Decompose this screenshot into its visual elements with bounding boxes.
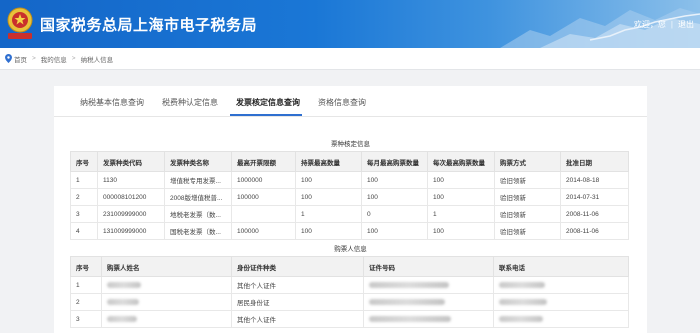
redacted-name (101, 293, 232, 311)
table-cell: 100 (427, 188, 495, 206)
redacted-name (101, 276, 232, 294)
table-cell: 4 (70, 222, 98, 240)
table-cell: 100 (295, 171, 362, 189)
column-header: 最高开票限额 (231, 151, 296, 172)
column-header: 身份证件种类 (231, 256, 364, 277)
table-cell: 验旧领新 (494, 222, 561, 240)
table-cell: 2008版增值税普... (164, 188, 232, 206)
table-cell: 1 (295, 205, 362, 223)
table-cell: 2014-07-31 (560, 188, 629, 206)
column-header: 发票种类名称 (164, 151, 232, 172)
redacted-id-number (363, 276, 494, 294)
column-header: 联系电话 (493, 256, 629, 277)
table-cell: 100000 (231, 222, 296, 240)
table-row: 1 1130 增值税专用发票... 1000000 100 100 100 验旧… (70, 171, 629, 189)
table-cell: 验旧领新 (494, 205, 561, 223)
tab-tax-type-info[interactable]: 税费种认定信息 (162, 97, 218, 108)
table-cell: 2 (70, 293, 102, 311)
table-cell: 验旧领新 (494, 171, 561, 189)
table-cell: 100 (361, 222, 428, 240)
table-cell: 3 (70, 205, 98, 223)
redacted-name (101, 310, 232, 328)
redacted-phone (493, 276, 629, 294)
table-row: 4 131009999000 国税老发票（数... 100000 100 100… (70, 222, 629, 240)
table-row: 2 000008101200 2008版增值税普... 100000 100 1… (70, 188, 629, 206)
table-header-row: 序号 发票种类代码 发票种类名称 最高开票限额 持票最高数量 每月最高购票数量 … (70, 151, 629, 172)
table-cell: 1 (427, 205, 495, 223)
redacted-id-number (363, 293, 494, 311)
breadcrumb-my-info[interactable]: 我的信息 (41, 54, 67, 64)
invoice-section-title: 票种核定信息 (331, 141, 370, 148)
table-cell: 131009999000 (97, 222, 165, 240)
column-header: 序号 (70, 151, 98, 172)
table-cell: 2008-11-06 (560, 205, 629, 223)
table-cell: 1 (70, 276, 102, 294)
logout-link[interactable]: 退出 (678, 19, 694, 30)
table-cell: 验旧领新 (494, 188, 561, 206)
table-cell: 地税老发票（数... (164, 205, 232, 223)
tab-invoice-approval[interactable]: 发票核定信息查询 (236, 97, 300, 108)
tax-emblem-icon (7, 7, 33, 39)
breadcrumb-taxpayer-info: 纳税人信息 (80, 56, 114, 64)
invoice-table: 序号 发票种类代码 发票种类名称 最高开票限额 持票最高数量 每月最高购票数量 … (70, 151, 629, 240)
column-header: 每次最高购票数量 (427, 151, 495, 172)
location-pin-icon (5, 54, 12, 63)
table-cell: 国税老发票（数... (164, 222, 232, 240)
column-header: 批准日期 (560, 151, 629, 172)
tab-qualification-info[interactable]: 资格信息查询 (318, 97, 366, 108)
table-cell: 100 (295, 222, 362, 240)
table-row: 1 其他个人证件 (70, 276, 629, 294)
welcome-text[interactable]: 欢迎，您 (634, 19, 666, 30)
column-header: 每月最高购票数量 (361, 151, 428, 172)
buyer-section-title: 购票人信息 (334, 246, 367, 253)
table-cell: 1000000 (231, 171, 296, 189)
table-cell: 3 (70, 310, 102, 328)
active-tab-indicator (230, 114, 302, 116)
table-cell: 100000 (231, 188, 296, 206)
site-title: 国家税务总局上海市电子税务局 (40, 16, 258, 34)
table-cell: 000008101200 (97, 188, 165, 206)
tab-basic-tax-info[interactable]: 纳税基本信息查询 (80, 97, 144, 108)
column-header: 证件号码 (363, 256, 494, 277)
table-cell: 增值税专用发票... (164, 171, 232, 189)
redacted-id-number (363, 310, 494, 328)
table-cell: 其他个人证件 (231, 276, 364, 294)
table-cell: 100 (427, 171, 495, 189)
user-links: 欢迎，您 | 退出 (634, 19, 694, 30)
table-cell: 1 (70, 171, 98, 189)
buyer-table: 序号 购票人姓名 身份证件种类 证件号码 联系电话 1 其他个人证件 2 居民身… (70, 256, 629, 328)
tab-bar: 纳税基本信息查询 税费种认定信息 发票核定信息查询 资格信息查询 (54, 86, 647, 117)
table-cell: 2008-11-06 (560, 222, 629, 240)
column-header: 序号 (70, 256, 102, 277)
table-cell: 2 (70, 188, 98, 206)
column-header: 持票最高数量 (295, 151, 362, 172)
separator: | (670, 20, 673, 29)
table-cell: 100 (361, 188, 428, 206)
table-cell: 100 (295, 188, 362, 206)
site-header: 国家税务总局上海市电子税务局 欢迎，您 | 退出 (0, 0, 700, 48)
column-header: 发票种类代码 (97, 151, 165, 172)
table-cell: 100 (427, 222, 495, 240)
table-header-row: 序号 购票人姓名 身份证件种类 证件号码 联系电话 (70, 256, 629, 277)
breadcrumb-home[interactable]: 首页 (14, 54, 27, 64)
breadcrumb: 首页 > 我的信息 > 纳税人信息 (0, 48, 700, 70)
table-row: 2 居民身份证 (70, 293, 629, 311)
table-row: 3 其他个人证件 (70, 310, 629, 328)
breadcrumb-separator: > (32, 55, 36, 62)
table-cell: 其他个人证件 (231, 310, 364, 328)
column-header: 购票人姓名 (101, 256, 232, 277)
table-row: 3 231009999000 地税老发票（数... 1 0 1 验旧领新 200… (70, 205, 629, 223)
table-cell: 231009999000 (97, 205, 165, 223)
redacted-phone (493, 310, 629, 328)
redacted-phone (493, 293, 629, 311)
breadcrumb-separator: > (71, 55, 76, 62)
column-header: 购票方式 (494, 151, 561, 172)
table-cell (231, 205, 296, 223)
table-cell: 1130 (97, 171, 165, 189)
table-cell: 100 (361, 171, 428, 189)
table-cell: 2014-08-18 (560, 171, 629, 189)
table-cell: 居民身份证 (231, 293, 364, 311)
table-cell: 0 (361, 205, 428, 223)
